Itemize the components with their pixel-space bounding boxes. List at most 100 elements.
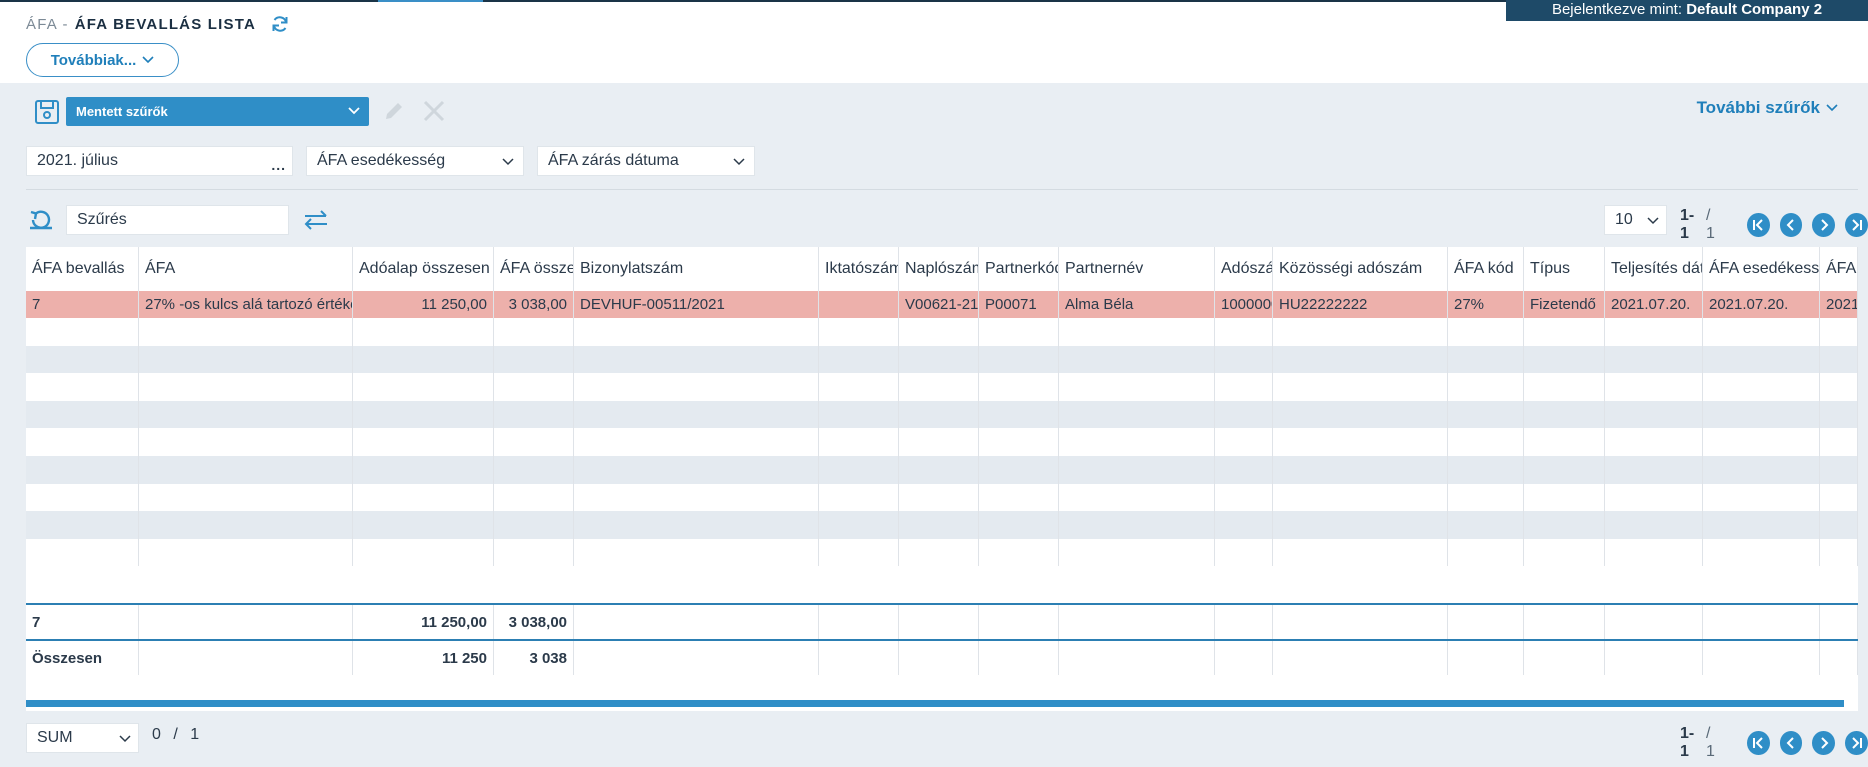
table-cell <box>1820 456 1858 484</box>
page-title: ÁFA BEVALLÁS LISTA <box>74 15 257 33</box>
table-cell <box>1605 345 1703 374</box>
table-cell <box>494 345 574 374</box>
login-bar: Bejelentkezve mint: Default Company 2 <box>1506 0 1868 21</box>
table-cell <box>1273 428 1448 456</box>
page-header: ÁFA - ÁFA BEVALLÁS LISTA <box>26 12 290 36</box>
table-cell <box>1215 345 1273 374</box>
table-row[interactable] <box>26 345 1858 374</box>
column-header[interactable]: Partnernév <box>1059 247 1215 291</box>
table-cell <box>979 538 1059 567</box>
prev-page-icon[interactable] <box>1779 731 1803 755</box>
prev-page-icon[interactable] <box>1779 213 1803 237</box>
column-header[interactable]: Iktatószám <box>819 247 899 291</box>
column-header[interactable]: ÁFA kód <box>1448 247 1524 291</box>
table-cell <box>1703 641 1820 675</box>
table-row[interactable] <box>26 511 1858 539</box>
table-cell <box>979 428 1059 456</box>
saved-filters-select[interactable]: Mentett szűrők <box>66 97 369 126</box>
aggregate-select[interactable]: SUM <box>26 723 139 753</box>
table-cell <box>1605 538 1703 567</box>
column-header[interactable]: Partnerkód <box>979 247 1059 291</box>
column-header[interactable]: ÁFA összeg <box>494 247 574 291</box>
column-header[interactable]: Teljesítés dátuma <box>1605 247 1703 291</box>
table-cell <box>1605 605 1703 639</box>
table-cell <box>1448 456 1524 484</box>
table-cell: 7 <box>26 605 139 639</box>
divider <box>26 189 1858 190</box>
table-cell <box>979 641 1059 675</box>
column-header[interactable]: Bizonylatszám <box>574 247 819 291</box>
table-cell <box>1273 538 1448 567</box>
table-cell <box>979 318 1059 346</box>
table-cell: 11 250,00 <box>353 605 494 639</box>
table-cell <box>1448 605 1524 639</box>
close-icon[interactable] <box>421 98 447 124</box>
table-row[interactable] <box>26 456 1858 484</box>
first-page-icon[interactable] <box>1746 213 1770 237</box>
column-header[interactable]: ÁFA <box>139 247 353 291</box>
next-page-icon[interactable] <box>1812 731 1836 755</box>
period-field[interactable]: 2021. július ... <box>26 146 293 176</box>
column-header[interactable]: Adószám <box>1215 247 1273 291</box>
table-cell <box>1820 318 1858 346</box>
table-row[interactable]: 727% -os kulcs alá tartozó értékesítés11… <box>26 291 1858 318</box>
group-total-row: 7 11 250,00 3 038,00 <box>26 605 1858 639</box>
more-filters-button[interactable]: További szűrők <box>1697 98 1838 118</box>
table-row[interactable] <box>26 483 1858 512</box>
due-select[interactable]: ÁFA esedékesség <box>306 146 524 176</box>
chevron-down-icon <box>142 56 154 64</box>
table-cell <box>494 483 574 512</box>
table-cell: 11 250 <box>353 641 494 675</box>
chevron-down-icon <box>119 735 131 743</box>
more-button-label: Továbbiak... <box>50 51 137 69</box>
table-cell <box>1605 318 1703 346</box>
last-page-icon[interactable] <box>1845 213 1868 237</box>
column-header[interactable]: ÁFA bevallás <box>26 247 139 291</box>
table-cell <box>1820 641 1858 675</box>
table-cell <box>1605 641 1703 675</box>
more-dots-icon[interactable]: ... <box>271 157 286 173</box>
table-row[interactable] <box>26 318 1858 346</box>
column-header[interactable]: ÁFA <box>1820 247 1858 291</box>
table-cell: Fizetendő <box>1524 291 1605 318</box>
table-cell <box>1605 511 1703 539</box>
column-header[interactable]: Típus <box>1524 247 1605 291</box>
table-cell <box>1524 318 1605 346</box>
table-cell <box>353 345 494 374</box>
swap-icon[interactable] <box>302 207 330 233</box>
column-header[interactable]: Naplószám <box>899 247 979 291</box>
search-input[interactable]: Szűrés <box>66 205 289 235</box>
page-total: / 1 <box>1705 725 1715 760</box>
table-cell <box>1059 483 1215 512</box>
table-cell <box>1448 428 1524 456</box>
page-size-select[interactable]: 10 <box>1604 205 1667 235</box>
last-page-icon[interactable] <box>1845 731 1868 755</box>
table-cell <box>1448 511 1524 539</box>
table-cell <box>1703 605 1820 639</box>
table-cell <box>1273 511 1448 539</box>
table-cell <box>979 345 1059 374</box>
table-cell <box>26 345 139 374</box>
horizontal-scrollbar[interactable] <box>26 700 1844 707</box>
table-cell <box>1215 641 1273 675</box>
next-page-icon[interactable] <box>1812 213 1836 237</box>
table-cell <box>1215 511 1273 539</box>
first-page-icon[interactable] <box>1746 731 1770 755</box>
more-button[interactable]: Továbbiak... <box>26 43 179 77</box>
column-header[interactable]: ÁFA esedékesség <box>1703 247 1820 291</box>
table-row[interactable] <box>26 373 1858 401</box>
reset-icon[interactable] <box>28 207 54 233</box>
table-cell: 27% <box>1448 291 1524 318</box>
table-row[interactable] <box>26 428 1858 456</box>
column-header[interactable]: Közösségi adószám <box>1273 247 1448 291</box>
refresh-icon[interactable] <box>270 14 290 34</box>
table-row[interactable] <box>26 400 1858 429</box>
pencil-icon[interactable] <box>382 99 406 123</box>
column-header[interactable]: Adóalap összesen <box>353 247 494 291</box>
save-icon[interactable] <box>34 99 60 125</box>
more-filters-label: További szűrők <box>1696 98 1820 117</box>
table-cell <box>899 641 979 675</box>
close-date-select[interactable]: ÁFA zárás dátuma <box>537 146 755 176</box>
table-row[interactable] <box>26 538 1858 567</box>
period-value: 2021. július <box>37 152 118 169</box>
